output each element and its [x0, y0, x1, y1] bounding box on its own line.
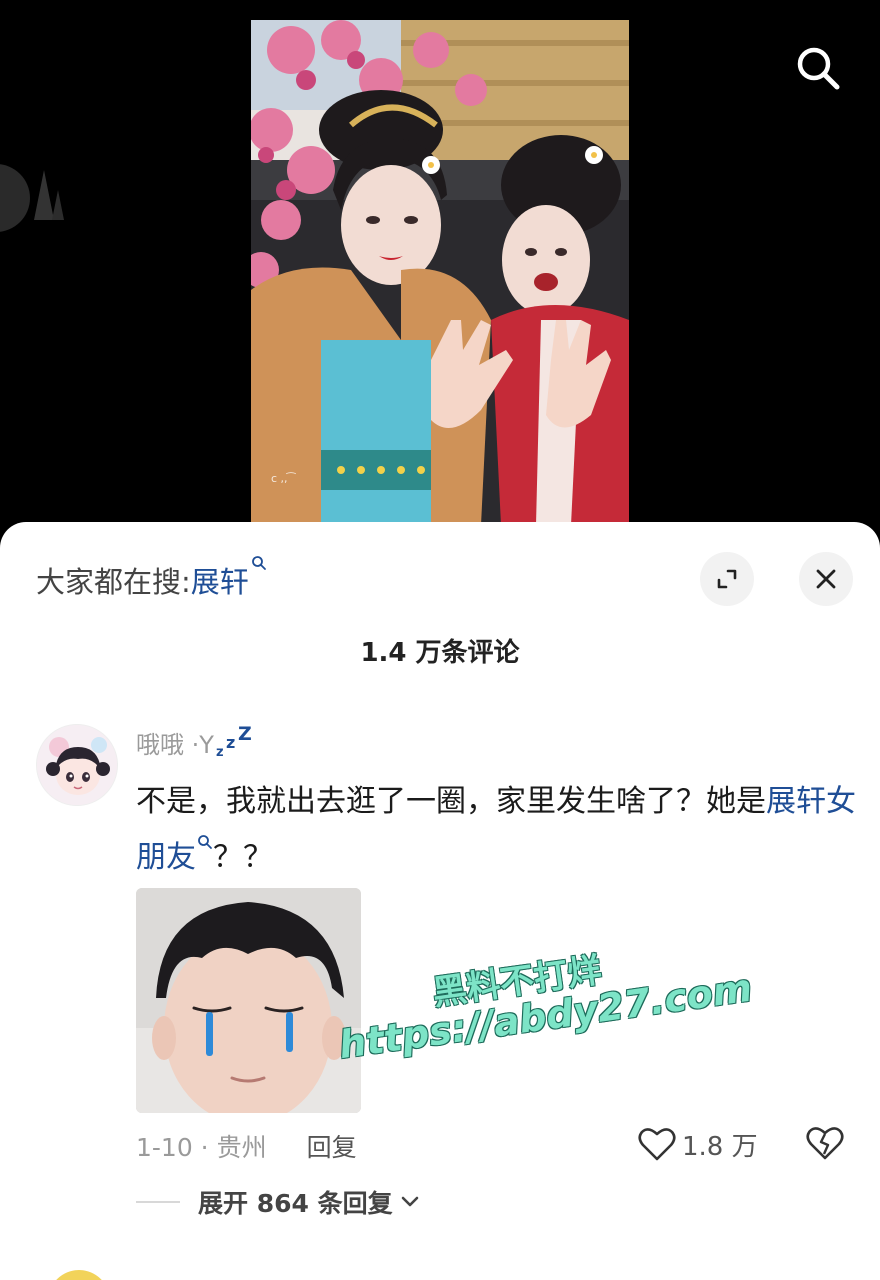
next-comment-avatar[interactable]	[48, 1270, 110, 1280]
expand-button[interactable]	[700, 552, 754, 606]
username: 哦哦 ·Y	[136, 731, 214, 759]
comments-sheet: 大家都在搜: 展轩 1.4 万条评论 哦哦 ·Y z z Z 不是，我就出去逛了…	[0, 522, 880, 1280]
mini-search-icon	[251, 556, 266, 570]
expand-replies-label: 展开 864 条回复	[198, 1189, 393, 1218]
expand-icon	[717, 569, 737, 589]
video-player[interactable]: c ,, ͡	[0, 0, 880, 540]
mini-search-icon	[198, 835, 212, 849]
close-icon	[816, 569, 836, 589]
app-screen: c ,, ͡ 大家都在搜: 展轩 1.4 万条评论 哦哦 ·Y z z Z 不是…	[0, 0, 880, 1280]
svg-text:Z: Z	[238, 724, 252, 745]
chevron-down-icon	[401, 1196, 418, 1207]
hot-search-keyword-link[interactable]: 展轩	[190, 556, 267, 601]
like-count: 1.8 万	[682, 1131, 758, 1162]
comment-meta: 1-10 · 贵州 回复	[136, 1126, 357, 1166]
username-row[interactable]: 哦哦 ·Y z z Z	[136, 724, 252, 760]
comment-text-tail: ？？	[213, 840, 273, 875]
divider-line	[136, 1201, 180, 1203]
svg-text:z: z	[216, 745, 224, 758]
broken-heart-icon	[806, 1127, 844, 1160]
reply-button[interactable]: 回复	[307, 1128, 357, 1164]
like-button[interactable]: 1.8 万	[638, 1122, 758, 1166]
video-frame[interactable]: c ,, ͡	[251, 20, 629, 525]
comment-count-title: 1.4 万条评论	[360, 638, 520, 668]
comment-date-location: 1-10 · 贵州	[136, 1133, 267, 1162]
logo-icon	[0, 150, 70, 250]
hot-search-bar: 大家都在搜: 展轩	[36, 556, 267, 602]
zzz-icon: z z Z	[216, 724, 252, 758]
search-icon	[797, 47, 840, 90]
dislike-button[interactable]	[804, 1122, 846, 1164]
close-button[interactable]	[799, 552, 853, 606]
expand-replies-button[interactable]: 展开 864 条回复	[136, 1182, 419, 1222]
hot-search-keyword: 展轩	[190, 565, 249, 599]
comment-text: 不是，我就出去逛了一圈，家里发生啥了？她是展轩女朋友？？	[136, 774, 856, 886]
search-button[interactable]	[790, 40, 846, 96]
comment-image-sticker[interactable]	[136, 888, 361, 1113]
heart-icon	[638, 1128, 676, 1161]
comment-text-body: 不是，我就出去逛了一圈，家里发生啥了？她是	[136, 784, 766, 819]
svg-text:z: z	[226, 733, 235, 752]
hot-search-prefix: 大家都在搜:	[36, 565, 191, 599]
avatar[interactable]	[36, 724, 118, 806]
